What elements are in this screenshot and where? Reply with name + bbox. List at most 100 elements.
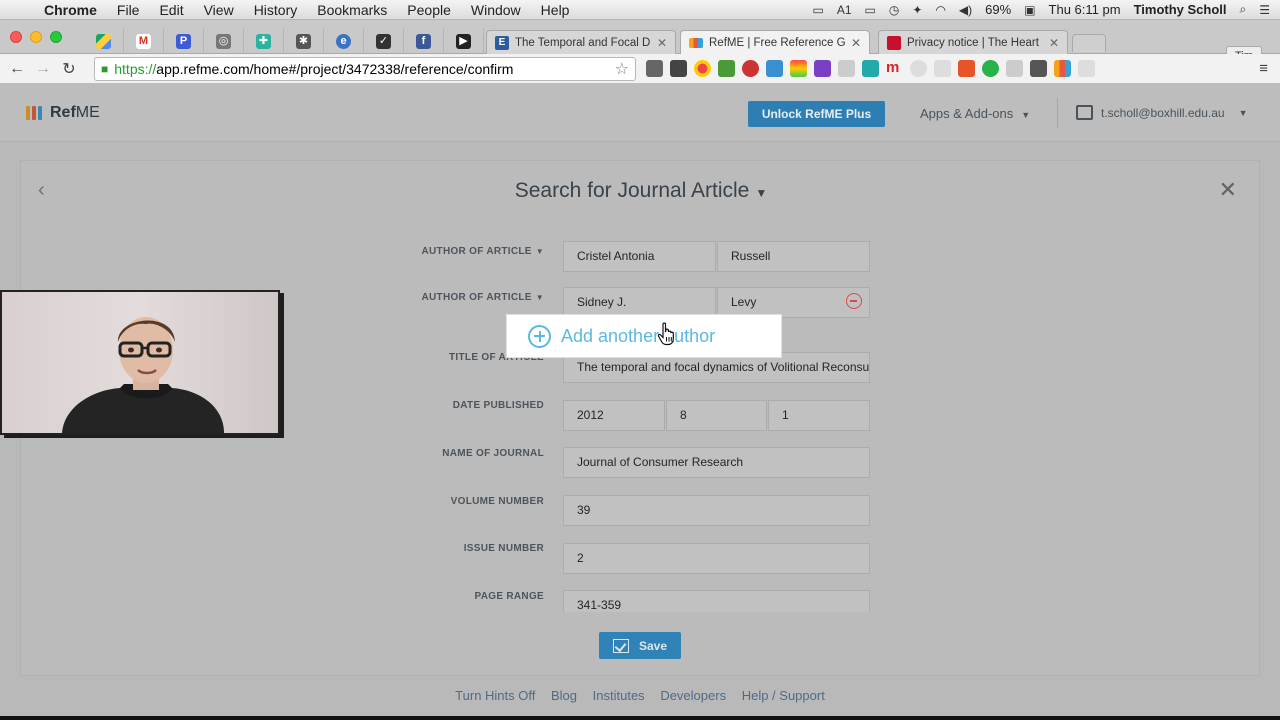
close-tab-icon[interactable]: ✕ (657, 36, 667, 50)
time-machine-icon[interactable]: ◷ (889, 3, 899, 17)
ext-icon[interactable] (742, 60, 759, 77)
forward-arrow-icon[interactable]: → (30, 60, 56, 78)
menu-view[interactable]: View (194, 2, 244, 18)
ext-icon[interactable] (694, 60, 711, 77)
menu-file[interactable]: File (107, 2, 150, 18)
unlock-plus-button[interactable]: Unlock RefME Plus (748, 101, 885, 127)
page-range-field[interactable]: 341-359 (563, 590, 870, 612)
close-tab-icon[interactable]: ✕ (1049, 36, 1059, 50)
pinned-tab-app[interactable]: ✚ (244, 28, 284, 54)
pinned-tab-bookmark[interactable]: ✓ (364, 28, 404, 54)
airplay-icon[interactable]: ▭ (865, 3, 876, 17)
close-window-button[interactable] (10, 31, 22, 43)
input-icon[interactable]: ▣ (1024, 3, 1035, 17)
author1-first-name-field[interactable]: Cristel Antonia (563, 241, 716, 272)
author2-first-name-field[interactable]: Sidney J. (563, 287, 716, 318)
zoom-window-button[interactable] (50, 31, 62, 43)
ext-icon[interactable] (718, 60, 735, 77)
ext-icon[interactable] (1054, 60, 1071, 77)
reload-icon[interactable]: ↻ (56, 59, 82, 79)
footer-link-hints[interactable]: Turn Hints Off (455, 688, 535, 703)
bookmark-star-icon[interactable]: ☆ (615, 59, 629, 79)
ext-icon[interactable] (910, 60, 927, 77)
date-month-field[interactable]: 8 (666, 400, 767, 431)
menu-edit[interactable]: Edit (149, 2, 193, 18)
minimize-window-button[interactable] (30, 31, 42, 43)
ext-icon[interactable] (1006, 60, 1023, 77)
menu-people[interactable]: People (397, 2, 461, 18)
ext-icon[interactable] (1078, 60, 1095, 77)
author-label[interactable]: AUTHOR OF ARTICLE ▼ (364, 292, 544, 303)
footer-link-help[interactable]: Help / Support (742, 688, 825, 703)
chrome-menu-icon[interactable]: ≡ (1259, 60, 1268, 77)
close-tab-icon[interactable]: ✕ (851, 36, 861, 50)
menu-user[interactable]: Timothy Scholl (1134, 2, 1227, 17)
tab-privacy-notice[interactable]: Privacy notice | The Heart ✕ (878, 30, 1068, 54)
author1-last-name-field[interactable]: Russell (717, 241, 870, 272)
address-bar[interactable]: ■ https:// app.refme.com/home#/project/3… (94, 57, 636, 81)
back-arrow-icon[interactable]: ← (4, 60, 30, 78)
add-author-button[interactable]: Add another author (507, 315, 781, 357)
pinned-tab-settings[interactable]: ✱ (284, 28, 324, 54)
screen-icon[interactable]: ▭ (813, 3, 824, 17)
adobe-icon[interactable]: A1 (837, 3, 852, 17)
menu-help[interactable]: Help (531, 2, 580, 18)
author-label[interactable]: AUTHOR OF ARTICLE ▼ (364, 246, 544, 257)
bluetooth-icon[interactable]: ✦ (912, 3, 922, 17)
footer-link-institutes[interactable]: Institutes (593, 688, 645, 703)
user-avatar-icon (1076, 105, 1093, 120)
user-menu[interactable]: t.scholl@boxhill.edu.au ▼ (1076, 105, 1248, 120)
pinned-tab-evernote[interactable]: e (324, 28, 364, 54)
hand-cursor-icon (657, 322, 674, 346)
ext-icon[interactable] (958, 60, 975, 77)
pinned-tab-drive[interactable] (84, 28, 124, 54)
volume-number-field[interactable]: 39 (563, 495, 870, 526)
clock[interactable]: Thu 6:11 pm (1049, 2, 1121, 17)
ext-icon[interactable] (670, 60, 687, 77)
tab-refme[interactable]: RefME | Free Reference Ge ✕ (680, 30, 870, 54)
refme-logo[interactable]: RefME (26, 104, 100, 122)
menu-bookmarks[interactable]: Bookmarks (307, 2, 397, 18)
ext-icon[interactable] (982, 60, 999, 77)
menu-app-name[interactable]: Chrome (34, 2, 107, 18)
pages-label: PAGE RANGE (474, 591, 544, 602)
form-title-text: Search for Journal Article (514, 179, 750, 202)
ext-icon[interactable] (814, 60, 831, 77)
pinned-tab-gmail[interactable]: M (124, 28, 164, 54)
ext-icon[interactable]: m (886, 60, 903, 77)
ext-icon[interactable] (838, 60, 855, 77)
ext-icon[interactable] (766, 60, 783, 77)
form-title[interactable]: Search for Journal Article ▼ (21, 179, 1261, 203)
refme-header: RefME Unlock RefME Plus Apps & Add-ons ▼ … (0, 84, 1280, 142)
date-year-field[interactable]: 2012 (563, 400, 665, 431)
tab-temporal-article[interactable]: E The Temporal and Focal D ✕ (486, 30, 676, 54)
menu-history[interactable]: History (244, 2, 308, 18)
remove-author-icon[interactable] (846, 293, 862, 309)
new-tab-button[interactable] (1072, 34, 1106, 52)
date-day-field[interactable]: 1 (768, 400, 870, 431)
ext-icon[interactable] (934, 60, 951, 77)
save-button[interactable]: Save (599, 632, 681, 659)
ext-icon[interactable] (646, 60, 663, 77)
volume-icon[interactable]: ◀) (959, 3, 972, 17)
video-icon: ▶ (456, 33, 471, 49)
ext-icon[interactable] (1030, 60, 1047, 77)
wifi-icon[interactable]: ◠ (935, 3, 945, 17)
pinned-tab-pocket[interactable]: P (164, 28, 204, 54)
gmail-icon: M (136, 33, 151, 49)
battery-percent[interactable]: 69% (985, 2, 1011, 17)
apps-addons-dropdown[interactable]: Apps & Add-ons ▼ (920, 106, 1030, 121)
spotlight-icon[interactable]: ⌕ (1240, 2, 1247, 17)
notification-center-icon[interactable]: ☰ (1259, 3, 1270, 17)
pinned-tab-camera[interactable]: ◎ (204, 28, 244, 54)
issue-number-field[interactable]: 2 (563, 543, 870, 574)
app-icon: ✚ (256, 33, 271, 49)
ext-icon[interactable] (790, 60, 807, 77)
pinned-tab-facebook[interactable]: f (404, 28, 444, 54)
menu-window[interactable]: Window (461, 2, 531, 18)
ext-icon[interactable] (862, 60, 879, 77)
journal-name-field[interactable]: Journal of Consumer Research (563, 447, 870, 478)
footer-link-developers[interactable]: Developers (660, 688, 726, 703)
footer-link-blog[interactable]: Blog (551, 688, 577, 703)
pinned-tab-video[interactable]: ▶ (444, 28, 484, 54)
